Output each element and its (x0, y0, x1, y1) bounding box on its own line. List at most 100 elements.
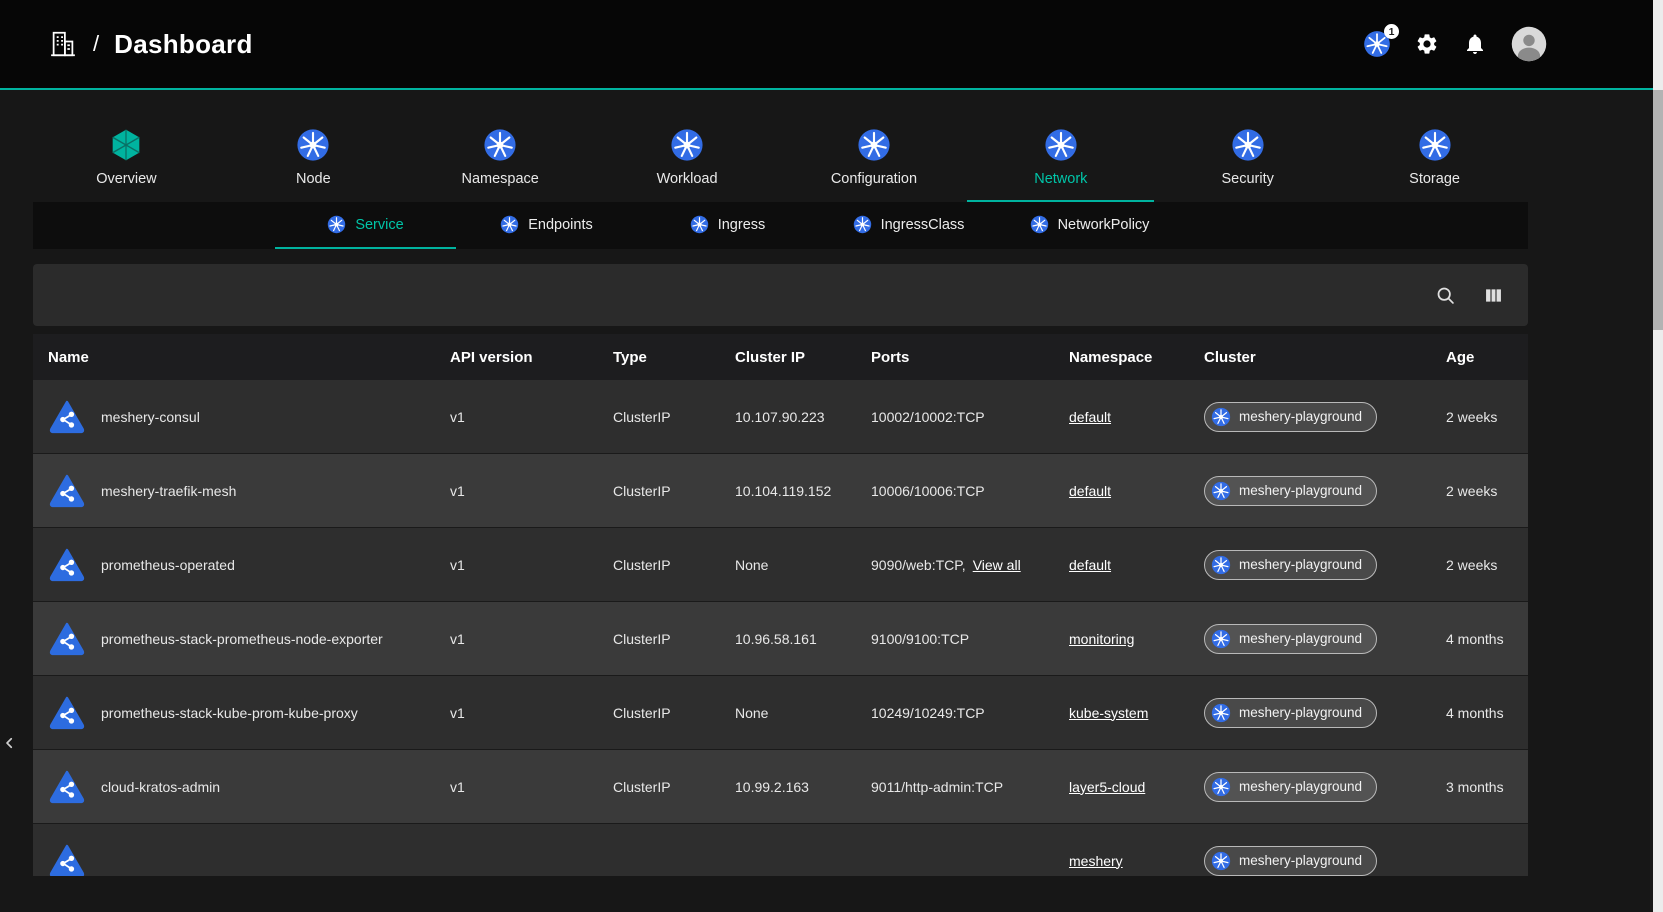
cluster-chip[interactable]: meshery-playground (1204, 772, 1377, 802)
cluster-chip[interactable]: meshery-playground (1204, 402, 1377, 432)
notifications-button[interactable] (1463, 32, 1487, 56)
subtab-endpoints[interactable]: Endpoints (456, 202, 637, 249)
tab-workload[interactable]: Workload (594, 128, 781, 202)
tab-network[interactable]: Network (967, 128, 1154, 202)
tab-configuration[interactable]: Configuration (781, 128, 968, 202)
sub-tab-label: Service (355, 217, 403, 233)
namespace-cell: default (1069, 483, 1204, 499)
nav-tab-label: Overview (96, 171, 156, 187)
service-icon (48, 620, 86, 658)
cluster-chip[interactable]: meshery-playground (1204, 550, 1377, 580)
ports-cell: 10249/10249:TCP (871, 705, 1069, 721)
kubernetes-icon (296, 128, 330, 162)
nav-tab-label: Configuration (831, 171, 917, 187)
ports-cell: 10002/10002:TCP (871, 409, 1069, 425)
subtab-service[interactable]: Service (275, 202, 456, 249)
cluster-chip[interactable]: meshery-playground (1204, 698, 1377, 728)
page-scrollbar[interactable] (1653, 0, 1663, 912)
kubernetes-icon (483, 128, 517, 162)
tab-security[interactable]: Security (1154, 128, 1341, 202)
service-name: meshery-traefik-mesh (101, 483, 236, 499)
cluster-cell: meshery-playground (1204, 698, 1446, 728)
age-cell: 2 weeks (1446, 409, 1528, 425)
kubernetes-icon (670, 128, 704, 162)
resource-category-tabs: Overview Node Namespace Workload Configu… (33, 128, 1528, 202)
ports-value: 9100/9100:TCP (871, 631, 969, 647)
column-header: API version (450, 349, 613, 366)
ports-cell: 9100/9100:TCP (871, 631, 1069, 647)
column-header: Age (1446, 349, 1528, 366)
cluster-chip-label: meshery-playground (1239, 631, 1362, 646)
cluster-chip[interactable]: meshery-playground (1204, 624, 1377, 654)
table-row[interactable]: meshery-traefik-mesh v1 ClusterIP 10.104… (33, 454, 1528, 528)
subtab-ingressclass[interactable]: IngressClass (818, 202, 999, 249)
table-row[interactable]: prometheus-stack-kube-prom-kube-proxy v1… (33, 676, 1528, 750)
kubernetes-icon (500, 215, 519, 234)
age-cell: 4 months (1446, 631, 1528, 647)
nav-tab-label: Security (1221, 171, 1273, 187)
namespace-link[interactable]: monitoring (1069, 631, 1134, 647)
namespace-link[interactable]: kube-system (1069, 705, 1148, 721)
namespace-link[interactable]: meshery (1069, 853, 1123, 869)
cluster-cell: meshery-playground (1204, 402, 1446, 432)
type-cell: ClusterIP (613, 557, 735, 573)
tab-namespace[interactable]: Namespace (407, 128, 594, 202)
column-visibility-icon[interactable] (1483, 285, 1504, 306)
type-cell: ClusterIP (613, 779, 735, 795)
tab-overview[interactable]: Overview (33, 128, 220, 202)
kubernetes-icon (1418, 128, 1452, 162)
user-avatar[interactable] (1511, 26, 1547, 62)
tab-storage[interactable]: Storage (1341, 128, 1528, 202)
api-version-cell: v1 (450, 631, 613, 647)
service-name: prometheus-stack-prometheus-node-exporte… (101, 631, 383, 647)
namespace-link[interactable]: default (1069, 483, 1111, 499)
api-version-cell: v1 (450, 557, 613, 573)
api-version-cell: v1 (450, 409, 613, 425)
ports-value: 10249/10249:TCP (871, 705, 985, 721)
service-icon (48, 768, 86, 806)
nav-tab-label: Storage (1409, 171, 1460, 187)
cluster-chip[interactable]: meshery-playground (1204, 846, 1377, 876)
subtab-networkpolicy[interactable]: NetworkPolicy (999, 202, 1180, 249)
settings-button[interactable] (1415, 32, 1439, 56)
tab-node[interactable]: Node (220, 128, 407, 202)
search-icon[interactable] (1435, 285, 1456, 306)
scrollbar-thumb[interactable] (1653, 90, 1663, 330)
namespace-cell: default (1069, 409, 1204, 425)
table-row[interactable]: meshery meshery-playground (33, 824, 1528, 876)
cluster-ip-cell: 10.104.119.152 (735, 483, 871, 499)
namespace-link[interactable]: default (1069, 557, 1111, 573)
cluster-count-badge: 1 (1384, 24, 1399, 39)
namespace-cell: meshery (1069, 853, 1204, 869)
age-cell: 2 weeks (1446, 483, 1528, 499)
type-cell: ClusterIP (613, 631, 735, 647)
sub-tab-label: Endpoints (528, 217, 593, 233)
name-cell: prometheus-operated (48, 546, 450, 584)
table-row[interactable]: meshery-consul v1 ClusterIP 10.107.90.22… (33, 380, 1528, 454)
namespace-link[interactable]: default (1069, 409, 1111, 425)
cluster-chip[interactable]: meshery-playground (1204, 476, 1377, 506)
namespace-cell: kube-system (1069, 705, 1204, 721)
kubernetes-icon (1211, 407, 1231, 427)
table-row[interactable]: cloud-kratos-admin v1 ClusterIP 10.99.2.… (33, 750, 1528, 824)
service-icon (48, 398, 86, 436)
ports-cell: 10006/10006:TCP (871, 483, 1069, 499)
namespace-cell: monitoring (1069, 631, 1204, 647)
table-row[interactable]: prometheus-operated v1 ClusterIP None 90… (33, 528, 1528, 602)
subtab-ingress[interactable]: Ingress (637, 202, 818, 249)
service-name: prometheus-stack-kube-prom-kube-proxy (101, 705, 358, 721)
namespace-link[interactable]: layer5-cloud (1069, 779, 1145, 795)
cluster-cell: meshery-playground (1204, 624, 1446, 654)
cluster-ip-cell: None (735, 557, 871, 573)
name-cell: meshery-traefik-mesh (48, 472, 450, 510)
kubernetes-icon (1211, 555, 1231, 575)
column-header: Cluster IP (735, 349, 871, 366)
cluster-chip-label: meshery-playground (1239, 853, 1362, 868)
view-all-link[interactable]: View all (973, 557, 1021, 573)
collapse-panel-button[interactable] (1, 728, 18, 758)
sub-tab-label: NetworkPolicy (1058, 217, 1150, 233)
cluster-context-button[interactable]: 1 (1363, 30, 1391, 58)
table-row[interactable]: prometheus-stack-prometheus-node-exporte… (33, 602, 1528, 676)
service-icon (48, 546, 86, 584)
api-version-cell: v1 (450, 705, 613, 721)
